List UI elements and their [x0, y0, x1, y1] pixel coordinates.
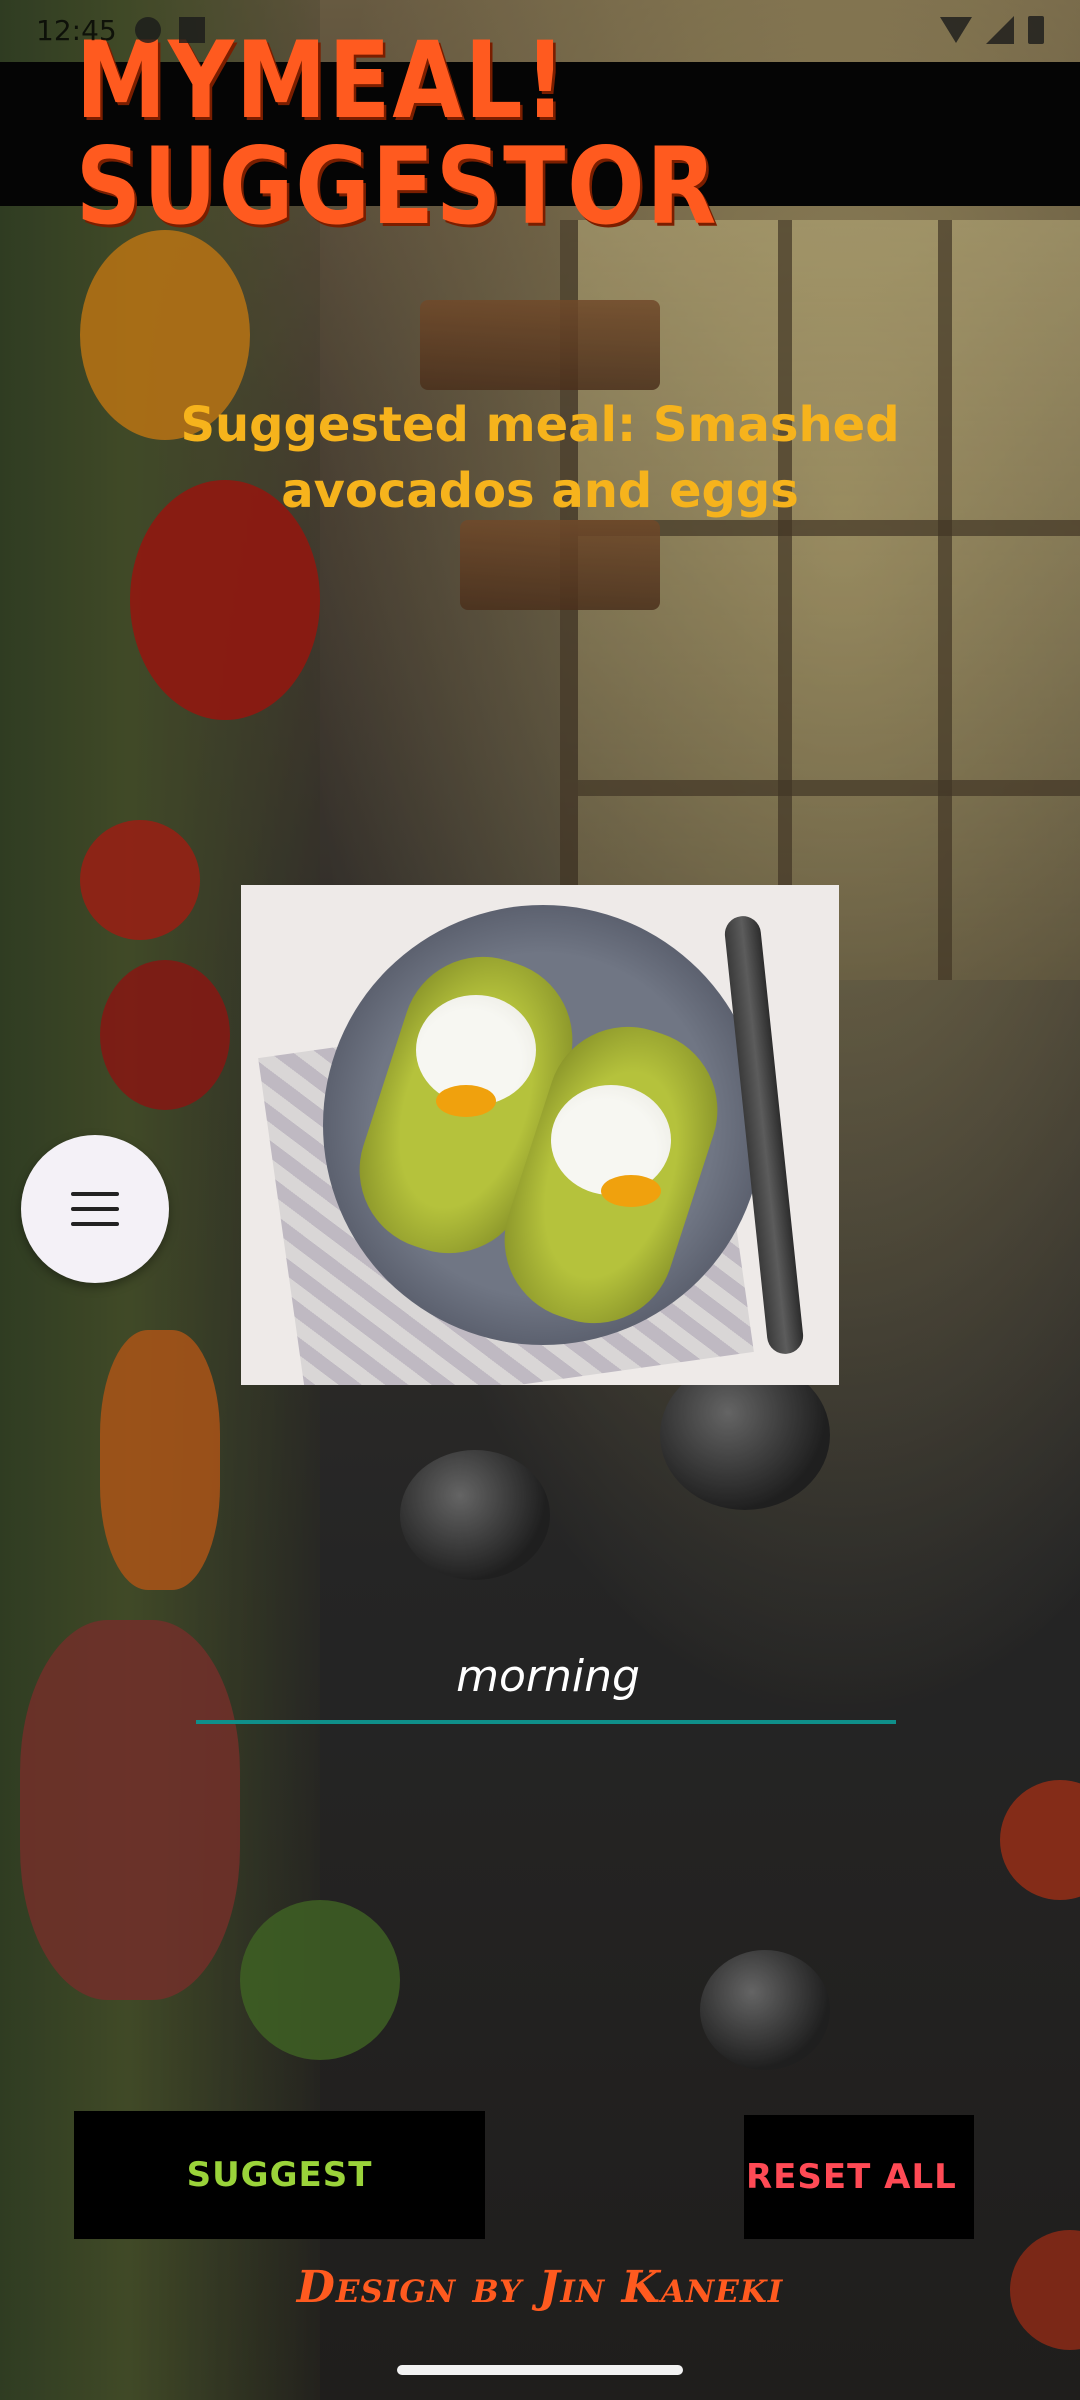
meal-image: [241, 885, 839, 1385]
suggest-button[interactable]: SUGGEST: [74, 2111, 485, 2239]
status-time: 12:45: [36, 13, 117, 47]
battery-icon: [1028, 16, 1044, 44]
sim-icon: [178, 17, 205, 43]
reset-all-button[interactable]: RESET ALL: [744, 2115, 974, 2239]
suggested-meal-text: Suggested meal: Smashed avocados and egg…: [180, 397, 900, 519]
menu-button[interactable]: [21, 1135, 169, 1283]
hamburger-menu-icon: [71, 1192, 119, 1226]
app-header: MYMEAL! SUGGESTOR: [0, 28, 1080, 240]
signal-icon: [986, 16, 1014, 44]
wifi-icon: [940, 17, 972, 43]
status-bar: 12:45: [0, 0, 1080, 60]
gear-icon: [134, 17, 161, 43]
designer-credit: Design by Jin Kaneki: [296, 2262, 784, 2313]
home-indicator[interactable]: [397, 2365, 683, 2375]
time-of-day-input[interactable]: [196, 1620, 900, 1732]
time-of-day-input-wrapper: [196, 1620, 900, 1732]
input-underline: [196, 1720, 896, 1724]
